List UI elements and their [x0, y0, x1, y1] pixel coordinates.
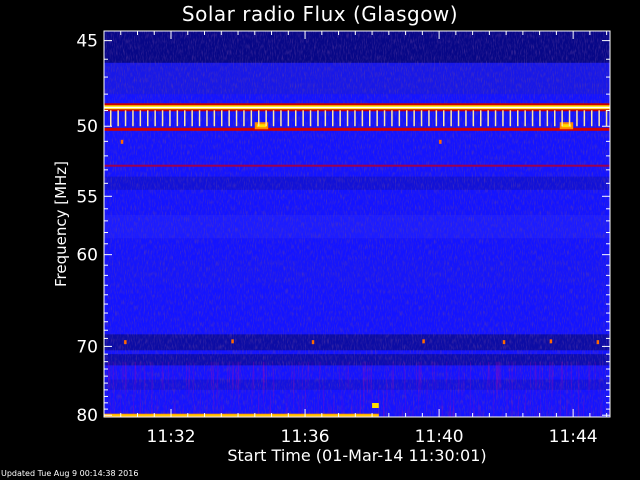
interference-tick	[509, 110, 512, 127]
x-axis-label: Start Time (01-Mar-14 11:30:01)	[227, 446, 487, 465]
interference-tick	[250, 110, 253, 127]
interference-tick	[406, 110, 408, 127]
interference-tick	[354, 110, 356, 127]
emission-speck	[439, 139, 442, 144]
interference-tick	[369, 110, 371, 127]
interference-tick	[272, 110, 275, 127]
interference-tick	[339, 110, 341, 127]
interference-tick	[124, 110, 127, 127]
interference-tick	[346, 110, 349, 127]
emission-line	[104, 164, 610, 167]
interference-tick	[605, 110, 608, 127]
interference-tick	[206, 110, 208, 127]
interference-tick	[117, 110, 119, 127]
interference-tick	[361, 110, 364, 127]
interference-tick	[546, 110, 549, 127]
y-tick-label: 55	[76, 187, 98, 207]
interference-tick	[376, 110, 378, 127]
interference-tick	[457, 110, 460, 127]
interference-tick	[213, 110, 216, 127]
spectrogram-plot: 45 50 55 60 70 80 11:32 11:36 11:40 11:44	[76, 30, 611, 447]
interference-tick	[176, 110, 179, 127]
interference-tick	[428, 110, 430, 127]
interference-tick	[169, 110, 171, 127]
interference-tick	[154, 110, 156, 127]
interference-tick	[568, 110, 571, 127]
interference-tick	[221, 110, 223, 127]
interference-tick	[110, 110, 112, 127]
interference-tick	[295, 110, 297, 127]
interference-tick	[258, 110, 260, 127]
interference-tick	[161, 110, 164, 127]
emission-speck	[549, 339, 553, 344]
y-tick-label: 50	[76, 117, 98, 137]
y-axis-label: Frequency [MHz]	[52, 160, 70, 288]
x-tick-label: 11:36	[281, 427, 330, 447]
interference-tick	[132, 110, 134, 127]
spectrogram-image	[104, 31, 610, 417]
emission-speck	[422, 339, 425, 344]
interference-tick	[383, 110, 386, 127]
interference-tick	[302, 110, 304, 127]
interference-tick	[147, 110, 149, 127]
interference-tick	[309, 110, 312, 127]
y-tick-label: 45	[76, 32, 98, 52]
interference-tick	[332, 110, 334, 127]
interference-tick	[583, 110, 586, 127]
interference-tick	[524, 110, 526, 127]
updated-timestamp: Updated Tue Aug 9 00:14:38 2016	[1, 469, 139, 478]
interference-tick	[420, 110, 423, 127]
emission-speck	[124, 340, 127, 345]
interference-tick	[494, 110, 497, 127]
emission-speck	[231, 339, 234, 344]
interference-tick	[287, 110, 290, 127]
interference-tick	[517, 110, 519, 127]
interference-tick	[413, 110, 415, 127]
interference-tick	[539, 110, 541, 127]
interference-tick	[480, 110, 482, 127]
interference-tick	[228, 110, 230, 127]
interference-tick	[198, 110, 201, 127]
interference-tick	[598, 110, 600, 127]
interference-tick	[450, 110, 452, 127]
lower-noise-texture	[104, 361, 610, 417]
y-tick-label: 60	[76, 246, 98, 266]
emission-line-core	[104, 106, 610, 109]
interference-tick	[235, 110, 238, 127]
interference-tick	[280, 110, 282, 127]
interference-tick	[265, 110, 267, 127]
emission-line	[104, 127, 610, 131]
emission-speck	[596, 340, 600, 345]
interference-tick	[591, 110, 593, 127]
interference-tick	[531, 110, 534, 127]
emission-speck	[311, 340, 315, 345]
emission-line-core	[104, 414, 379, 416]
interference-tick	[324, 110, 327, 127]
interference-tick	[443, 110, 445, 127]
interference-tick	[487, 110, 489, 127]
interference-tick	[502, 110, 504, 127]
interference-tick	[191, 110, 193, 127]
interference-tick	[465, 110, 467, 127]
emission-speck	[120, 139, 124, 144]
interference-tick	[184, 110, 186, 127]
radio-spot	[372, 402, 379, 408]
interference-tick	[317, 110, 319, 127]
interference-tick	[398, 110, 401, 127]
interference-tick	[435, 110, 438, 127]
x-tick-label: 11:40	[415, 427, 464, 447]
interference-tick	[139, 110, 142, 127]
interference-tick	[243, 110, 245, 127]
noise-texture	[104, 31, 610, 417]
x-tick-label: 11:44	[549, 427, 598, 447]
interference-tick	[561, 110, 563, 127]
interference-tick	[391, 110, 393, 127]
interference-tick	[576, 110, 578, 127]
y-tick-label: 70	[76, 337, 98, 357]
x-tick-label: 11:32	[147, 427, 196, 447]
interference-tick	[472, 110, 475, 127]
emission-speck	[502, 340, 506, 345]
y-tick-label: 80	[76, 406, 98, 426]
interference-tick	[554, 110, 556, 127]
